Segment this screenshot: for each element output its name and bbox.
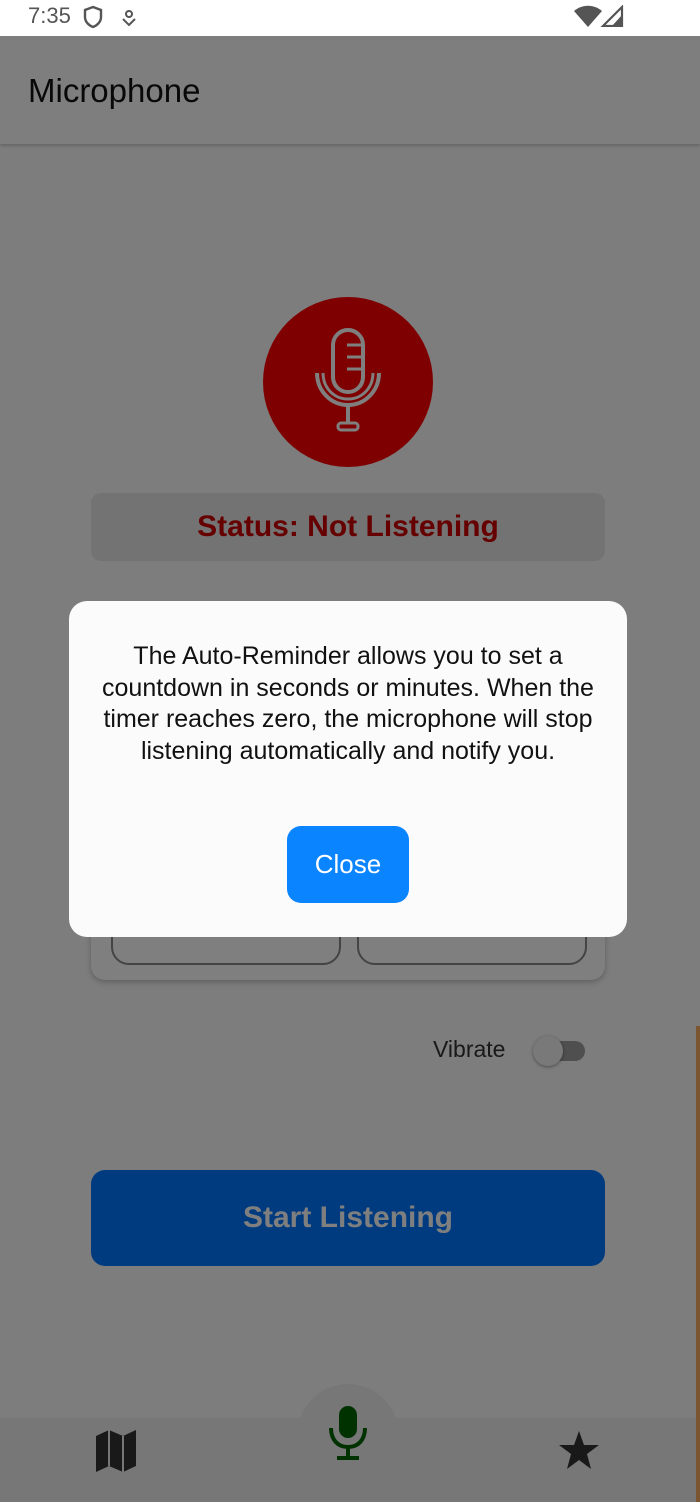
info-dialog: The Auto-Reminder allows you to set a co… [69, 601, 627, 937]
status-time: 7:35 [28, 3, 71, 28]
signal-icon [600, 4, 624, 31]
data-saver-icon [120, 8, 138, 32]
status-bar: 7:35 [0, 0, 700, 36]
wifi-icon [574, 5, 602, 31]
edge-strip [696, 1026, 700, 1502]
close-button[interactable]: Close [287, 826, 409, 903]
dialog-message: The Auto-Reminder allows you to set a co… [102, 642, 594, 765]
shield-icon [82, 5, 104, 33]
